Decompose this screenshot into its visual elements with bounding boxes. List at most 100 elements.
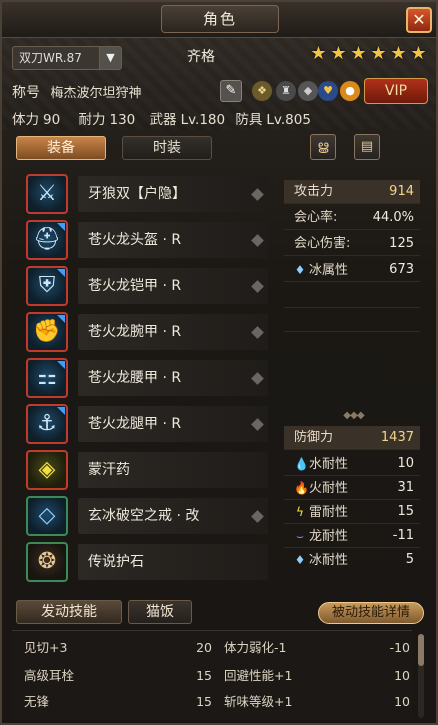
skill-row: 斩味等级+1 10 <box>224 691 410 713</box>
title-label: 称号 <box>12 85 40 101</box>
equipment-name: 蒙汗药 <box>88 462 130 478</box>
stat-water-res: 💧水耐性 10 <box>284 452 420 476</box>
skill-points: 15 <box>196 694 212 709</box>
skill-row: 见切+3 20 <box>24 637 212 659</box>
swirl-tool-button[interactable]: ൠ <box>310 134 336 160</box>
ornament-divider-icon: ◆ ◆ ◆ <box>343 410 364 421</box>
tab-fashion[interactable]: 时装 <box>122 136 212 160</box>
stat-label: 水耐性 <box>309 457 349 472</box>
window-title: 角色 <box>161 5 279 33</box>
tab-equipment[interactable]: 装备 <box>16 136 106 160</box>
equipment-slot-head[interactable]: ⛑ 苍火龙头盔 · R <box>22 220 272 260</box>
equipment-slot-item[interactable]: ◈ 蒙汗药 <box>22 450 272 490</box>
diamond-icon <box>251 326 264 339</box>
vip-button[interactable]: VIP <box>364 78 428 104</box>
talisman-icon: ❂ <box>37 549 57 574</box>
stat-ice-res: ♦ 冰耐性 5 <box>284 548 420 572</box>
close-button[interactable]: ✕ <box>406 7 432 33</box>
equipment-slot-legs[interactable]: ⚓ 苍火龙腿甲 · R <box>22 404 272 444</box>
skill-name: 回避性能+1 <box>224 668 293 683</box>
tab-cat-food[interactable]: 猫饭 <box>128 600 192 624</box>
skill-points: 10 <box>394 694 410 709</box>
weapon-select[interactable]: 双刀WR.87 ▼ <box>12 46 122 70</box>
ice-icon: ♦ <box>294 263 306 277</box>
title-value: 梅杰波尔坦狩神 <box>50 86 142 101</box>
chevron-down-icon: ▼ <box>99 47 121 69</box>
equipment-icon-frame: ⛨ <box>26 266 68 306</box>
equipment-name-box: 牙狼双【户隐】 <box>78 176 268 212</box>
stat-value: 44.0% <box>372 210 414 225</box>
stat-crit-damage: 会心伤害: 125 <box>284 232 420 256</box>
figure-badge-icon[interactable]: ♜ <box>276 81 296 101</box>
diamond-badge-icon[interactable]: ◆ <box>298 81 318 101</box>
passive-skill-detail-button[interactable]: 被动技能详情 <box>318 602 424 624</box>
equipment-name-box: 苍火龙铠甲 · R <box>78 268 268 304</box>
stat-dragon-res: ⌣ 龙耐性 -11 <box>284 524 420 548</box>
ice-icon: ♦ <box>294 553 306 567</box>
stat-value: 673 <box>389 262 414 277</box>
armor-level-label: 防具 <box>235 112 263 128</box>
helmet-icon: ⛑ <box>33 227 61 252</box>
scroll-tool-button[interactable]: ▤ <box>354 134 380 160</box>
swirl-icon: ൠ <box>317 139 329 154</box>
scroll-icon: ▤ <box>360 139 374 154</box>
equipment-slot-talisman[interactable]: ❂ 传说护石 <box>22 542 272 582</box>
skill-scrollbar-thumb[interactable] <box>418 634 424 666</box>
stat-value: -11 <box>392 528 414 543</box>
diamond-icon <box>251 188 264 201</box>
equipment-slot-weapon[interactable]: ⚔ 牙狼双【户隐】 <box>22 174 272 214</box>
equipment-icon-frame: ❂ <box>26 542 68 582</box>
equipment-icon-frame: ⚓ <box>26 404 68 444</box>
hunter-header: 双刀WR.87 ▼ 齐格 ★ ★ ★ ★ ★ ★ 称号 梅杰波尔坦狩神 ✎ ❖ … <box>2 38 436 130</box>
edit-title-button[interactable]: ✎ <box>220 80 242 102</box>
star-icon: ★ <box>410 43 427 64</box>
endurance-label: 耐力 <box>78 112 106 128</box>
character-window: 角色 ✕ 双刀WR.87 ▼ 齐格 ★ ★ ★ ★ ★ ★ 称号 梅杰波尔坦狩神… <box>0 0 438 725</box>
equipment-slot-waist[interactable]: ⚏ 苍火龙腰甲 · R <box>22 358 272 398</box>
hunter-stats: 体力 90 耐力 130 武器 Lv.180 防具 Lv.805 <box>12 108 432 128</box>
skill-name: 斩味等级+1 <box>224 694 293 709</box>
weapon-level-label: 武器 <box>149 112 177 128</box>
skill-row: 体力弱化-1 -10 <box>224 637 410 659</box>
diamond-icon <box>251 510 264 523</box>
equipment-name: 苍火龙腕甲 · R <box>88 324 182 340</box>
stat-label: 会心率: <box>294 210 338 225</box>
equipment-slot-arms[interactable]: ✊ 苍火龙腕甲 · R <box>22 312 272 352</box>
stat-label: 会心伤害: <box>294 236 351 251</box>
equipment-name-box: 玄冰破空之戒 · 改 <box>78 498 268 534</box>
dragon-icon: ⌣ <box>296 529 304 543</box>
stat-value: 15 <box>397 504 414 519</box>
weapon-select-value: 双刀WR.87 <box>19 51 82 65</box>
hunter-name: 齐格 <box>187 49 215 65</box>
diamond-icon <box>251 418 264 431</box>
hunter-title: 称号 梅杰波尔坦狩神 <box>12 82 141 102</box>
equipment-slot-chest[interactable]: ⛨ 苍火龙铠甲 · R <box>22 266 272 306</box>
star-icon: ★ <box>390 43 407 64</box>
equipment-icon-frame: ⚔ <box>26 174 68 214</box>
stat-label: 火耐性 <box>309 481 349 496</box>
stat-value: 10 <box>397 456 414 471</box>
thunder-icon: ϟ <box>296 505 304 519</box>
stat-empty-row <box>284 284 420 308</box>
tab-active-skills[interactable]: 发动技能 <box>16 600 122 624</box>
equipment-name-box: 苍火龙腿甲 · R <box>78 406 268 442</box>
star-icon: ★ <box>310 43 327 64</box>
rank-stars: ★ ★ ★ ★ ★ ★ <box>309 44 428 64</box>
equipment-slot-ring[interactable]: ◇ 玄冰破空之戒 · 改 <box>22 496 272 536</box>
equipment-icon-frame: ⚏ <box>26 358 68 398</box>
skill-points: 20 <box>196 640 212 655</box>
crest-badge-icon[interactable]: ❖ <box>252 81 272 101</box>
stat-label: 防御力 <box>294 430 334 445</box>
heart-badge-icon[interactable]: ♥ <box>318 81 338 101</box>
medal-badge-icon[interactable]: ● <box>340 81 360 101</box>
armor-level-value: Lv.805 <box>266 112 311 128</box>
equipment-name: 传说护石 <box>88 554 144 570</box>
equipment-name: 玄冰破空之戒 · 改 <box>88 508 200 524</box>
skill-name: 无锋 <box>24 694 50 709</box>
stat-label: 冰耐性 <box>309 553 349 568</box>
equipment-name: 苍火龙铠甲 · R <box>88 278 182 294</box>
skill-name: 高级耳栓 <box>24 668 75 683</box>
stat-label: 龙耐性 <box>309 529 349 544</box>
stat-fire-res: 🔥火耐性 31 <box>284 476 420 500</box>
equipment-icon-frame: ⛑ <box>26 220 68 260</box>
